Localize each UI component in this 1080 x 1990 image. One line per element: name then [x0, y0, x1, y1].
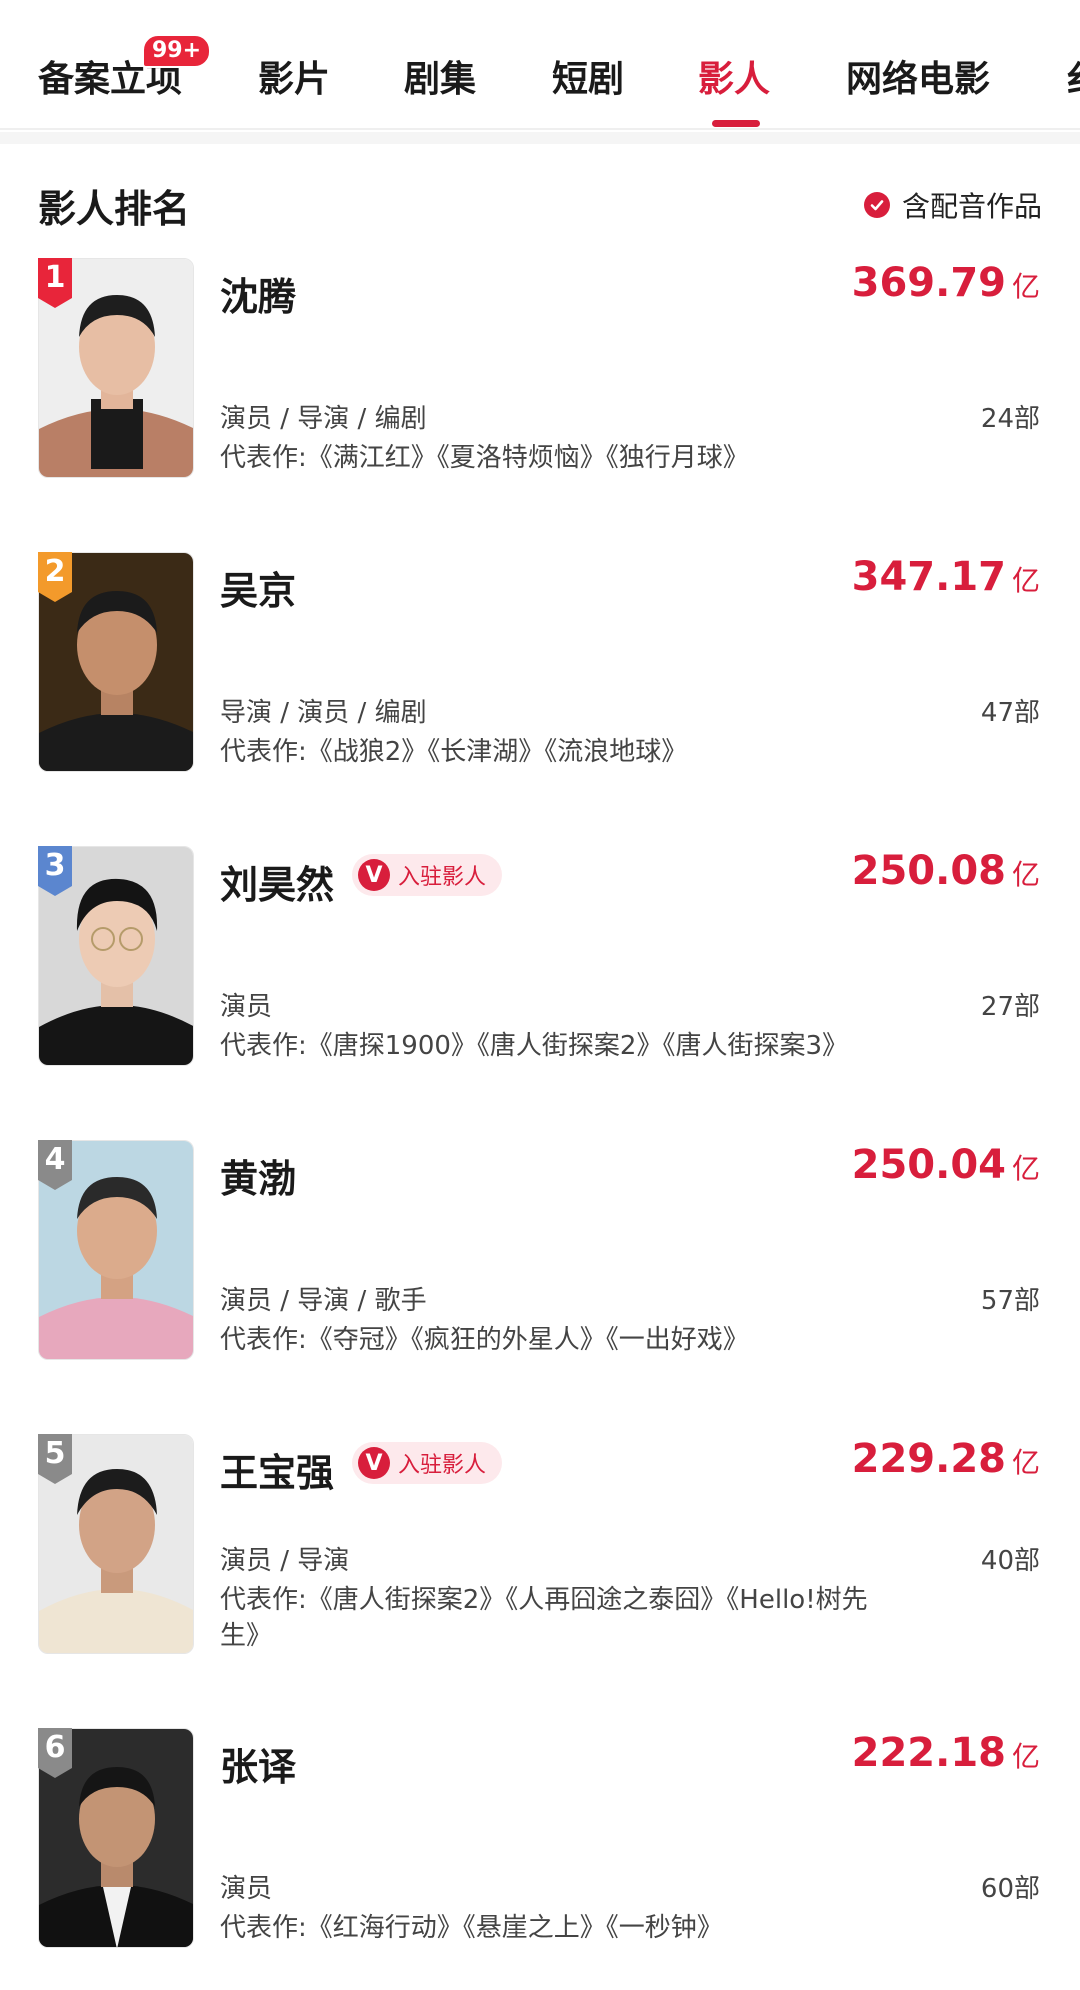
list-item[interactable]: 4 黄渤 250.04 亿 演员 / 导演 / 歌手 57部 代表作:《夺冠》《疯…: [0, 1140, 1080, 1364]
work-count: 27部: [980, 992, 1040, 1022]
person-roles: 演员 / 导演 / 编剧: [220, 404, 427, 434]
work-count: 24部: [980, 404, 1040, 434]
rank-badge: 1: [38, 258, 82, 308]
rank-badge: 4: [38, 1140, 82, 1190]
rank-badge: 6: [38, 1728, 82, 1778]
tab-web-films[interactable]: 网络电影: [846, 50, 990, 102]
person-name[interactable]: 刘昊然: [220, 854, 334, 909]
person-roles: 演员: [220, 1874, 273, 1904]
list-item[interactable]: 6 张译 222.18 亿 演员 60部 代表作:《红海行动》《悬崖之上》《一秒钟…: [0, 1728, 1080, 1952]
verified-tag: V 入驻影人: [352, 1442, 503, 1484]
person-name[interactable]: 沈腾: [220, 266, 296, 321]
representative-works: 代表作:《唐人街探案2》《人再囧途之泰囧》《Hello!树先生》: [220, 1585, 868, 1651]
section-title: 影人排名: [38, 187, 191, 231]
person-roles: 导演 / 演员 / 编剧: [220, 698, 427, 728]
tab-series[interactable]: 剧集: [404, 50, 476, 102]
box-office: 229.28 亿: [851, 1436, 1040, 1482]
work-count: 57部: [980, 1286, 1040, 1316]
dub-works-label: 含配音作品: [901, 190, 1042, 223]
rank-badge: 2: [38, 552, 82, 602]
person-name[interactable]: 王宝强: [220, 1442, 334, 1497]
box-office: 222.18 亿: [851, 1730, 1040, 1776]
active-tab-indicator: [712, 120, 760, 127]
rank-badge: 3: [38, 846, 82, 896]
list-item[interactable]: 3 刘昊然 V 入驻影人 250.08 亿 演员 27部 代表作:《唐探1900》…: [0, 846, 1080, 1070]
person-name[interactable]: 吴京: [220, 560, 296, 615]
person-roles: 演员 / 导演 / 歌手: [220, 1286, 427, 1316]
representative-works: 代表作:《战狼2》《长津湖》《流浪地球》: [220, 737, 688, 767]
person-name[interactable]: 黄渤: [220, 1148, 296, 1203]
work-count: 40部: [980, 1546, 1040, 1576]
person-name[interactable]: 张译: [220, 1736, 296, 1791]
divider: [0, 132, 1080, 144]
list-item[interactable]: 2 吴京 347.17 亿 导演 / 演员 / 编剧 47部 代表作:《战狼2》《…: [0, 552, 1080, 776]
tab-overflow[interactable]: 纟: [1066, 50, 1080, 102]
box-office: 250.08 亿: [851, 848, 1040, 894]
verified-tag: V 入驻影人: [352, 854, 503, 896]
check-icon[interactable]: [863, 192, 890, 218]
list-item[interactable]: 5 王宝强 V 入驻影人 229.28 亿 演员 / 导演 40部 代表作:《唐人…: [0, 1434, 1080, 1658]
tab-short-drama[interactable]: 短剧: [552, 50, 624, 102]
tab-people[interactable]: 影人: [698, 50, 770, 102]
person-roles: 演员 / 导演: [220, 1546, 350, 1576]
box-office: 250.04 亿: [851, 1142, 1040, 1188]
verified-v-icon: V: [358, 1447, 390, 1479]
representative-works: 代表作:《红海行动》《悬崖之上》《一秒钟》: [220, 1913, 723, 1943]
work-count: 47部: [980, 698, 1040, 728]
list-item[interactable]: 1 沈腾 369.79 亿 演员 / 导演 / 编剧 24部 代表作:《满江红》《…: [0, 258, 1080, 482]
rank-badge: 5: [38, 1434, 82, 1484]
box-office: 369.79 亿: [851, 260, 1040, 306]
dub-works-toggle[interactable]: 含配音作品: [863, 185, 1042, 225]
representative-works: 代表作:《满江红》《夏洛特烦恼》《独行月球》: [220, 443, 749, 473]
representative-works: 代表作:《唐探1900》《唐人街探案2》《唐人街探案3》: [220, 1031, 849, 1061]
representative-works: 代表作:《夺冠》《疯狂的外星人》《一出好戏》: [220, 1325, 749, 1355]
box-office: 347.17 亿: [851, 554, 1040, 600]
person-roles: 演员: [220, 992, 273, 1022]
notification-badge: 99+: [142, 34, 212, 68]
tab-films[interactable]: 影片: [258, 50, 330, 102]
top-tab-bar: 备案立项 99+ 影片 剧集 短剧 影人 网络电影 纟: [0, 0, 1080, 130]
verified-v-icon: V: [358, 859, 390, 891]
work-count: 60部: [980, 1874, 1040, 1904]
